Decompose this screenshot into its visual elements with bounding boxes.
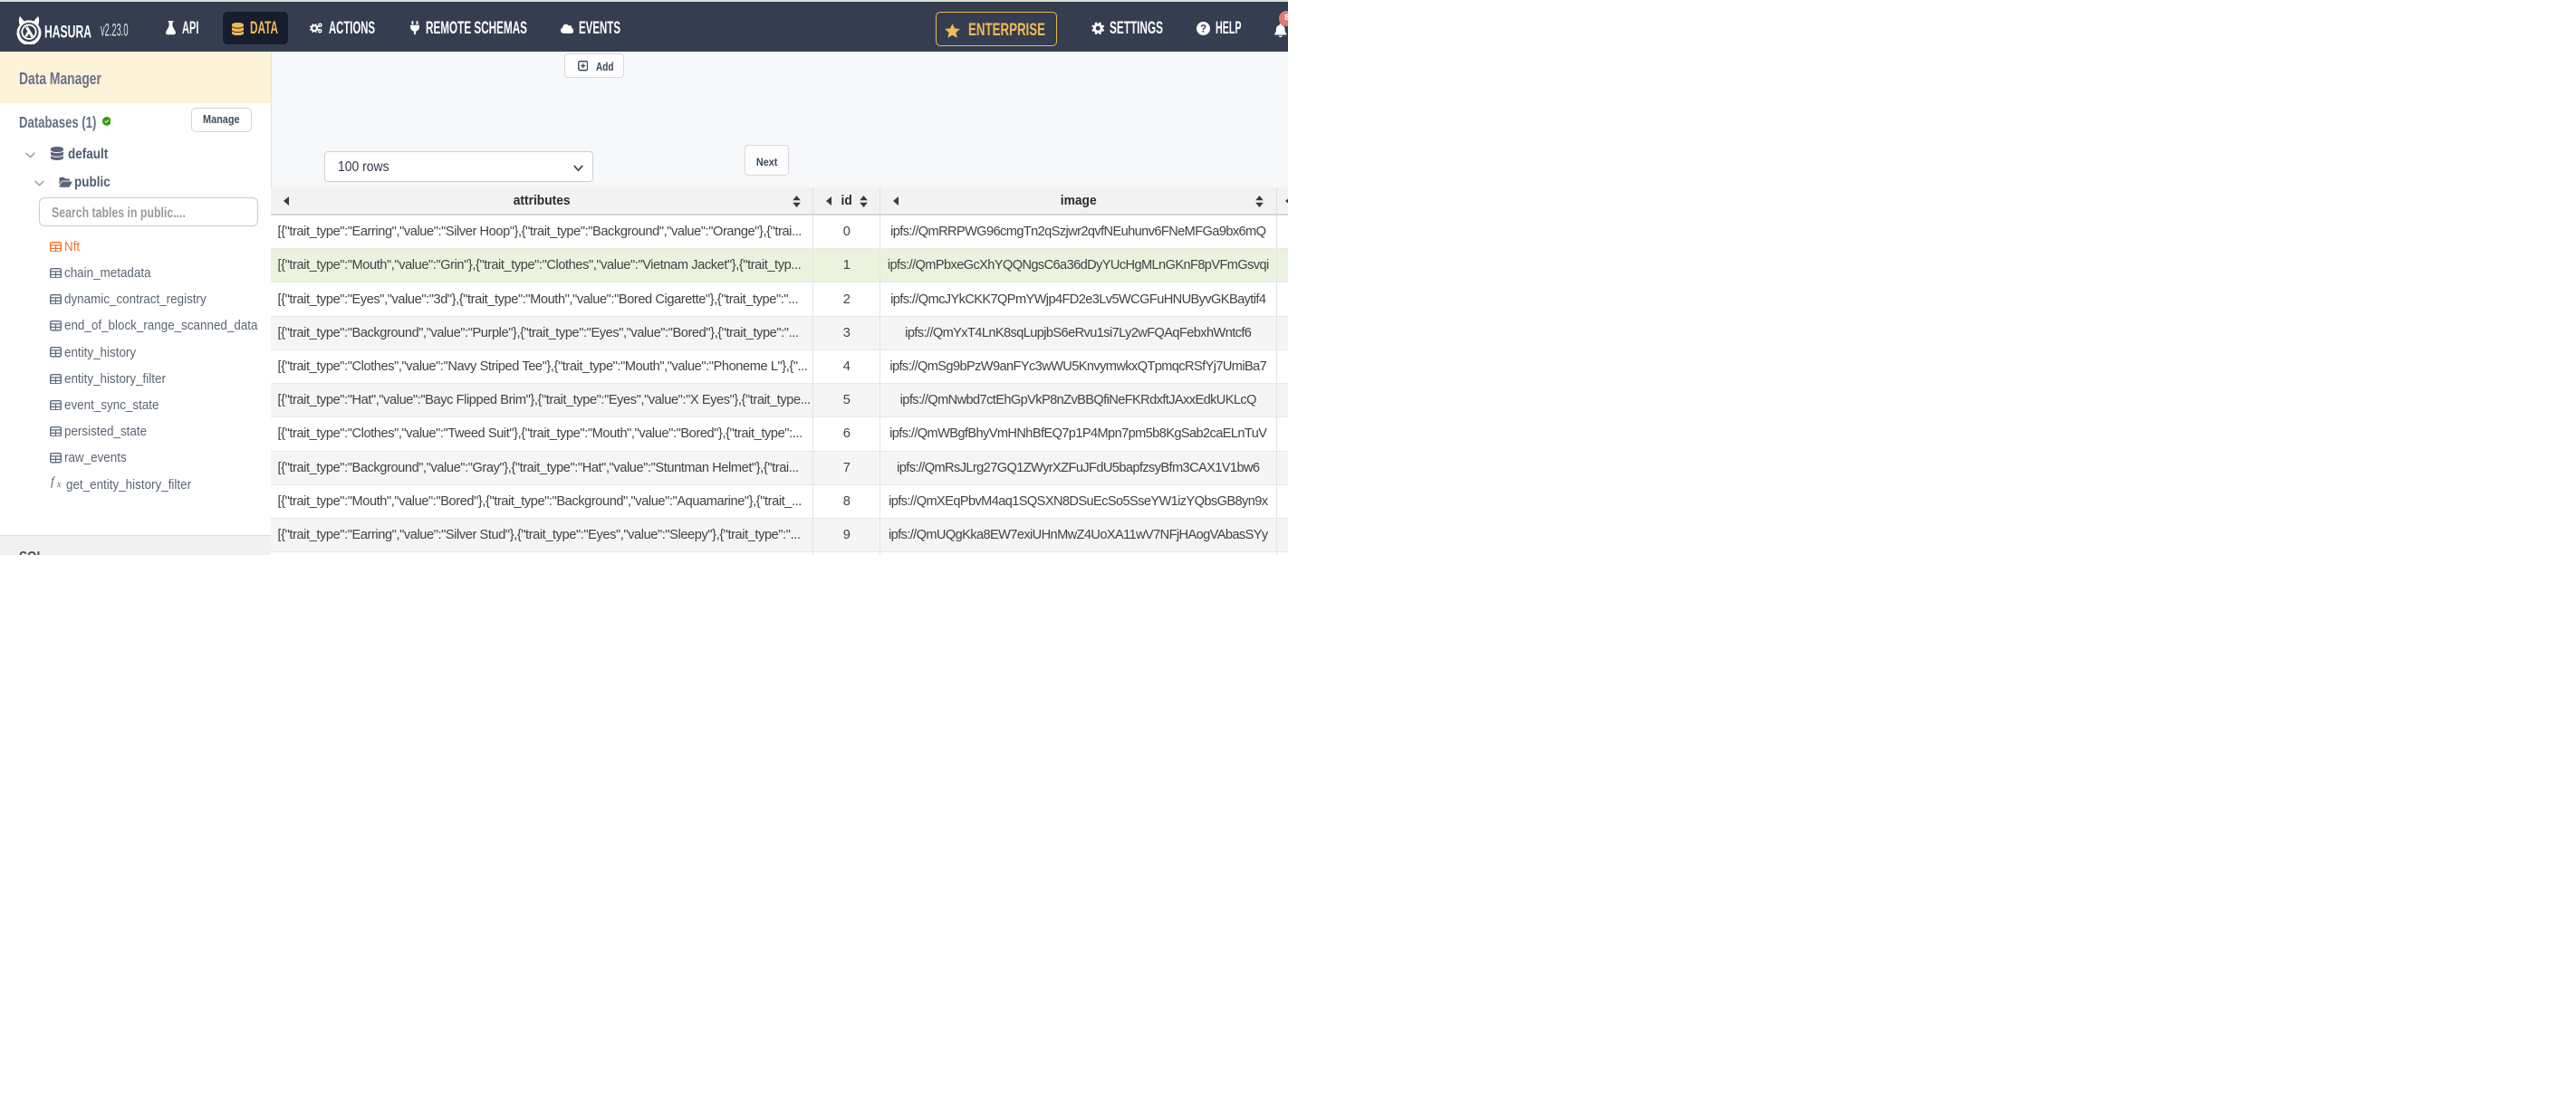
svg-text:f: f [51, 475, 56, 488]
svg-text:REMOTE SCHEMAS: REMOTE SCHEMAS [426, 19, 527, 38]
svg-text:HELP: HELP [1216, 19, 1242, 38]
svg-text:ENTERPRISE: ENTERPRISE [968, 21, 1045, 40]
svg-text:EVENTS: EVENTS [579, 19, 620, 38]
svg-text:v2.23.0: v2.23.0 [101, 22, 129, 41]
svg-text:SETTINGS: SETTINGS [1110, 19, 1163, 38]
svg-text:ACTIONS: ACTIONS [329, 19, 375, 38]
svg-text:API: API [182, 19, 199, 38]
svg-text:x: x [56, 480, 62, 488]
svg-text:?: ? [1199, 24, 1206, 34]
svg-text:HASURA: HASURA [44, 23, 91, 42]
svg-text:DATA: DATA [250, 19, 278, 38]
